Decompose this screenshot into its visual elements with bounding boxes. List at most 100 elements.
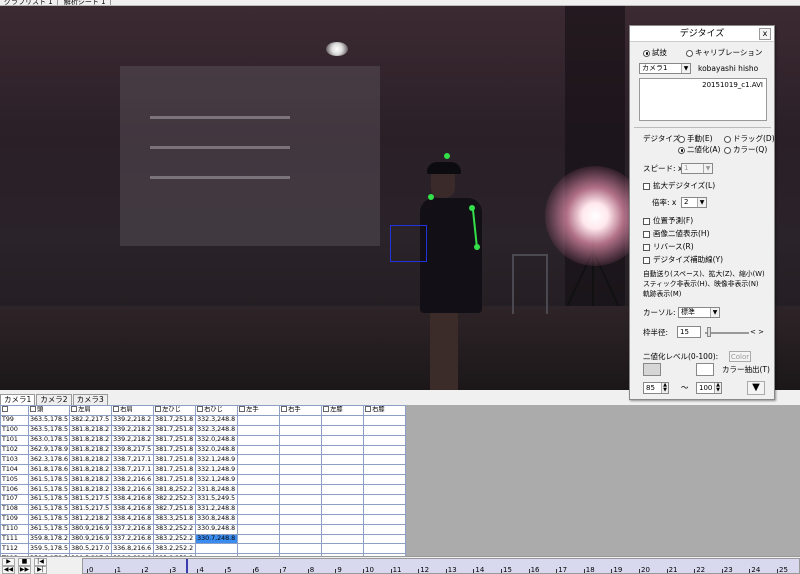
table-cell[interactable]: 381.7,251.8	[153, 474, 197, 486]
position-predict-checkbox[interactable]: 位置予測(F)	[643, 216, 693, 226]
column-header[interactable]: 左膝	[321, 405, 365, 416]
table-cell[interactable]	[321, 513, 365, 525]
column-header[interactable]: 右ひじ	[195, 405, 239, 416]
table-cell[interactable]	[321, 464, 365, 476]
table-cell[interactable]	[237, 464, 281, 476]
table-cell[interactable]: 332.3,248.8	[195, 424, 239, 436]
row-label[interactable]: T108	[0, 503, 29, 515]
table-cell[interactable]: 338.4,216.8	[111, 513, 155, 525]
magnification-select[interactable]: 2 ▼	[681, 197, 707, 208]
timeline-ruler[interactable]: 0 1 2 3 4 5 6 7 8 9 10 11 12 13 14 15 16 17 18 19 20 21 22 23 24…	[82, 558, 800, 574]
table-cell[interactable]: 361.5,178.5	[27, 523, 71, 535]
table-cell[interactable]: 381.8,218.2	[69, 424, 113, 436]
level-high-input[interactable]: 100 ▲ ▼	[696, 382, 722, 394]
table-cell[interactable]	[363, 533, 407, 545]
table-cell[interactable]	[321, 424, 365, 436]
row-label[interactable]: T104	[0, 464, 29, 476]
column-header[interactable]: 左ひじ	[153, 405, 197, 416]
table-cell[interactable]	[237, 543, 281, 555]
row-label[interactable]: T106	[0, 484, 29, 496]
table-cell[interactable]: 361.5,178.5	[27, 494, 71, 505]
frame-radius-slider-thumb[interactable]	[707, 327, 711, 337]
table-cell[interactable]	[279, 523, 323, 535]
table-cell[interactable]: 381.7,251.8	[153, 434, 197, 446]
table-cell[interactable]	[279, 424, 323, 436]
table-cell[interactable]	[321, 543, 365, 555]
row-label[interactable]: T112	[0, 543, 29, 555]
table-cell[interactable]	[321, 494, 365, 505]
table-cell[interactable]	[363, 474, 407, 486]
table-cell[interactable]	[363, 454, 407, 466]
spinner-icon[interactable]: ▲ ▼	[714, 383, 721, 393]
manual-radio[interactable]: 手動(E)	[678, 134, 713, 144]
table-cell[interactable]: 332.0,248.8	[195, 444, 239, 456]
table-cell[interactable]	[279, 434, 323, 446]
tab-analysis-sheet[interactable]: 解析シート 1	[60, 0, 111, 5]
tab-camera-1[interactable]: カメラ1	[0, 394, 36, 405]
table-cell[interactable]: 361.5,178.5	[27, 513, 71, 525]
playback-button[interactable]: |◀	[34, 558, 47, 566]
table-row[interactable]: T102 362.9,178.9 381.8,218.2 339.8,217.5 381…	[0, 444, 407, 456]
file-list[interactable]: 20151019_c1.AVI	[639, 78, 767, 121]
row-label[interactable]: T101	[0, 434, 29, 446]
table-cell[interactable]	[363, 543, 407, 555]
table-cell[interactable]	[321, 503, 365, 515]
table-row[interactable]: T101 363.0,178.5 381.8,218.2 339.2,218.2 381…	[0, 434, 407, 446]
table-cell[interactable]	[279, 543, 323, 555]
playback-button[interactable]: ■	[18, 558, 31, 566]
table-cell[interactable]: 382.2,252.3	[153, 494, 197, 505]
mode-calibration-radio[interactable]: キャリブレーション	[686, 48, 762, 58]
table-cell[interactable]	[237, 513, 281, 525]
table-cell[interactable]	[237, 474, 281, 486]
row-label[interactable]: T105	[0, 474, 29, 486]
table-cell[interactable]	[279, 454, 323, 466]
table-cell[interactable]: 338.7,217.1	[111, 454, 155, 466]
table-cell[interactable]: 338.2,216.6	[111, 474, 155, 486]
table-cell[interactable]	[237, 523, 281, 535]
color-swatch-white[interactable]	[696, 363, 714, 376]
color-radio[interactable]: カラー(Q)	[724, 145, 767, 155]
table-cell[interactable]	[363, 424, 407, 436]
color-swatch-gray[interactable]	[643, 363, 661, 376]
table-cell[interactable]: 381.8,252.2	[153, 484, 197, 496]
table-cell[interactable]: 330.9,248.8	[195, 523, 239, 535]
table-cell[interactable]	[237, 434, 281, 446]
shoulder-marker[interactable]	[428, 194, 434, 200]
table-cell[interactable]: 381.8,218.2	[69, 454, 113, 466]
table-cell[interactable]: 362.9,178.9	[27, 444, 71, 456]
table-cell[interactable]: 339.8,217.5	[111, 444, 155, 456]
table-cell[interactable]: 331.2,248.8	[195, 503, 239, 515]
table-cell[interactable]: 332.3,248.8	[195, 414, 239, 426]
table-cell[interactable]: 380.9,216.9	[69, 523, 113, 535]
table-cell[interactable]	[237, 503, 281, 515]
table-cell[interactable]	[237, 494, 281, 505]
table-cell[interactable]	[279, 414, 323, 426]
table-cell[interactable]: 337.2,216.8	[111, 523, 155, 535]
table-cell[interactable]: 383.2,252.2	[153, 533, 197, 545]
table-cell[interactable]: 339.2,218.2	[111, 414, 155, 426]
table-row[interactable]: T100 363.5,178.5 381.8,218.2 339.2,218.2 381…	[0, 424, 407, 436]
drag-radio[interactable]: ドラッグ(D)	[724, 134, 775, 144]
table-cell[interactable]: 359.8,178.2	[27, 533, 71, 545]
table-cell[interactable]	[279, 444, 323, 456]
table-row[interactable]: T106 361.5,178.5 381.8,218.2 338.2,216.6 381…	[0, 484, 407, 496]
camera-select[interactable]: カメラ1 ▼	[639, 63, 691, 74]
table-cell[interactable]: 380.9,216.9	[69, 533, 113, 545]
table-cell[interactable]	[279, 494, 323, 505]
grid-corner-checkbox[interactable]	[0, 405, 29, 416]
table-cell[interactable]: 362.3,178.6	[27, 454, 71, 466]
speed-select[interactable]: 1 ▼	[681, 163, 713, 174]
table-cell[interactable]: 381.2,218.2	[69, 513, 113, 525]
table-cell[interactable]	[279, 484, 323, 496]
table-cell[interactable]	[363, 414, 407, 426]
table-cell[interactable]	[321, 434, 365, 446]
table-cell[interactable]	[279, 533, 323, 545]
column-header[interactable]: 右肩	[111, 405, 155, 416]
table-cell[interactable]: 381.8,218.2	[69, 484, 113, 496]
elbow-marker[interactable]	[474, 244, 480, 250]
table-cell[interactable]	[321, 523, 365, 535]
table-cell[interactable]: 361.5,178.5	[27, 474, 71, 486]
table-cell[interactable]	[363, 484, 407, 496]
table-cell[interactable]: 363.5,178.5	[27, 414, 71, 426]
table-cell[interactable]	[279, 513, 323, 525]
